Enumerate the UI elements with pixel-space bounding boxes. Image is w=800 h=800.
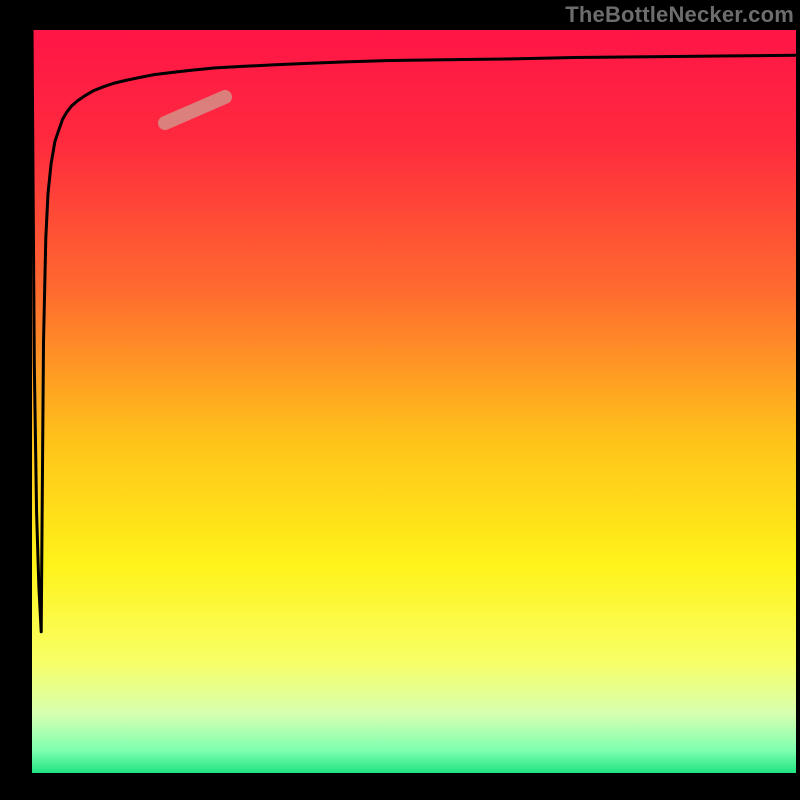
chart-frame: TheBottleNecker.com <box>0 0 800 800</box>
attribution-text: TheBottleNecker.com <box>565 2 794 28</box>
chart-svg <box>0 0 800 800</box>
